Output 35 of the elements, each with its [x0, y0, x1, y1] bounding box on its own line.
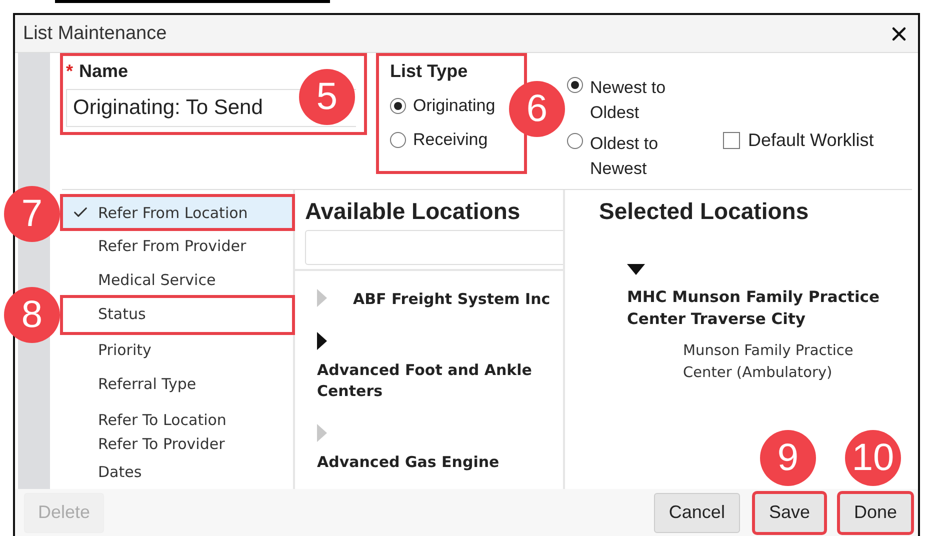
default-worklist-checkbox[interactable]: Default Worklist [723, 130, 874, 151]
search-field[interactable] [305, 230, 563, 265]
dialog-button[interactable]: Save [754, 492, 825, 532]
group-label: List Type [390, 61, 469, 82]
dialog-button[interactable]: Done [838, 492, 912, 532]
location-name[interactable]: Advanced Gas Engine [317, 452, 557, 473]
filter-item[interactable]: Refer To Provider [62, 427, 293, 455]
radio-option[interactable]: Newest to Oldest [567, 75, 697, 125]
window-title: List Maintenance [23, 22, 167, 44]
filter-item[interactable]: Medical Service [62, 263, 293, 297]
expand-arrow-icon[interactable] [627, 264, 645, 276]
filter-item[interactable]: Refer From Provider [62, 229, 293, 263]
column-title: Selected Locations [598, 197, 810, 226]
required-mark: * [66, 61, 74, 82]
callout-number: 9 [760, 430, 816, 486]
filter-item[interactable]: Referral Type [62, 367, 293, 403]
filter-item[interactable]: Priority [62, 333, 293, 367]
callout-number: 6 [509, 81, 565, 137]
location-name[interactable]: Advanced Foot and Ankle Centers [317, 360, 557, 402]
location-name[interactable]: ABF Freight System Inc [353, 289, 563, 310]
filter-item[interactable]: Dates [62, 455, 293, 485]
callout-number: 10 [844, 430, 901, 486]
filter-item[interactable]: Refer To Location [62, 403, 293, 427]
column-title: Available Locations [304, 197, 522, 226]
radio-option[interactable]: Oldest to Newest [567, 131, 697, 181]
callout-number: 8 [4, 287, 60, 343]
dialog-button[interactable]: Cancel [654, 492, 740, 532]
location-name[interactable]: Munson Family Practice Center (Ambulatory) [683, 340, 883, 384]
filter-item[interactable]: Status [62, 297, 293, 333]
location-group-name[interactable]: MHC Munson Family Practice Center Traverse City [627, 286, 897, 330]
callout-number: 7 [4, 186, 60, 242]
callout-number: 5 [299, 69, 355, 125]
field-label: Name [79, 61, 128, 82]
filter-item[interactable]: Refer From Location [62, 196, 293, 229]
expand-arrow-icon[interactable] [317, 332, 327, 350]
